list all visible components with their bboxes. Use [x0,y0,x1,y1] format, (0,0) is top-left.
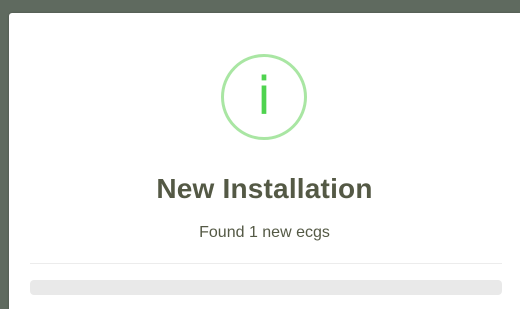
info-glyph: i [256,67,272,127]
dialog-title: New Installation [156,173,373,204]
progress-bar [30,280,502,295]
installation-dialog: i New Installation Found 1 new ecgs [9,13,520,309]
dialog-message: Found 1 new ecgs [199,224,330,241]
info-icon: i [221,54,307,140]
dialog-divider [30,263,502,264]
